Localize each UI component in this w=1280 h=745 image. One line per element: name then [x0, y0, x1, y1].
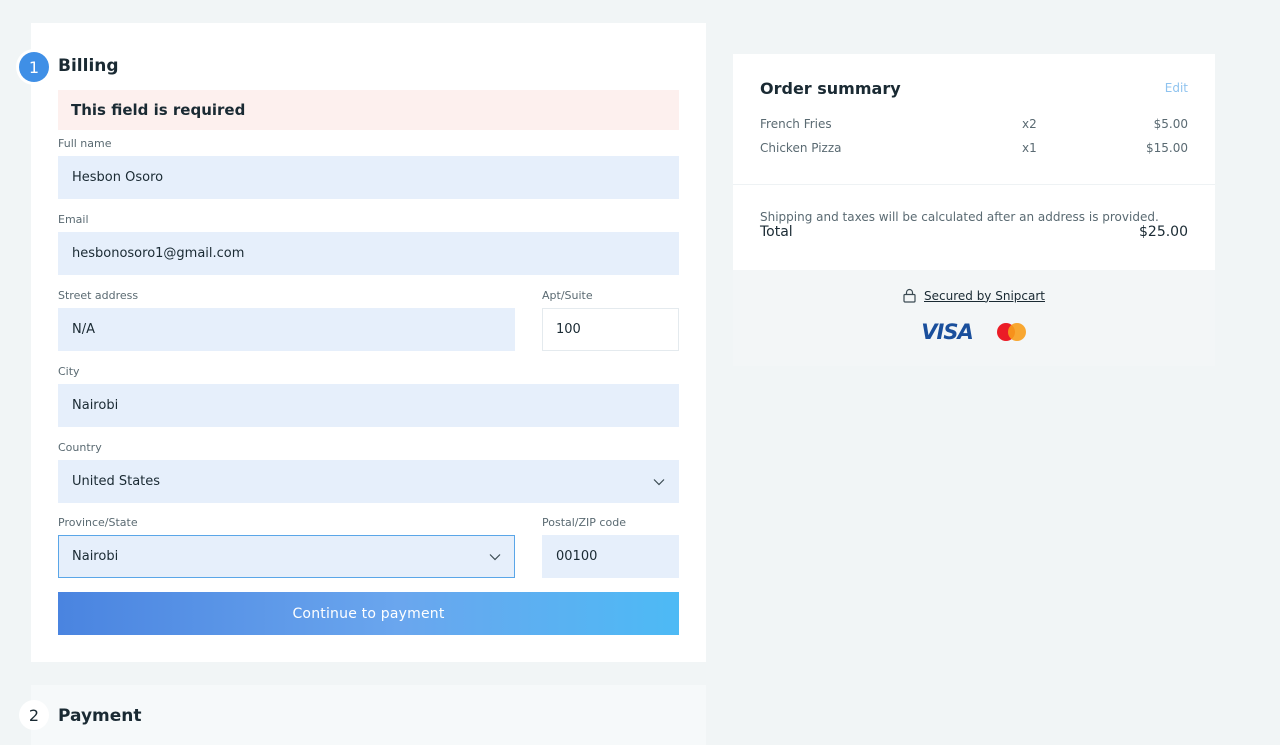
- email-field[interactable]: hesbonosoro1@gmail.com: [58, 232, 679, 275]
- postal-label: Postal/ZIP code: [542, 516, 626, 529]
- edit-order-link[interactable]: Edit: [1165, 81, 1188, 95]
- item-name: French Fries: [760, 117, 832, 131]
- shipping-note: Shipping and taxes will be calculated af…: [760, 210, 1159, 224]
- full-name-value: Hesbon Osoro: [72, 170, 164, 185]
- full-name-label: Full name: [58, 137, 112, 150]
- divider: [733, 184, 1215, 185]
- country-label: Country: [58, 441, 102, 454]
- item-name: Chicken Pizza: [760, 141, 842, 155]
- total-label: Total: [760, 224, 793, 240]
- full-name-field[interactable]: Hesbon Osoro: [58, 156, 679, 199]
- province-value: Nairobi: [72, 549, 119, 564]
- secure-area: Secured by Snipcart VISA: [733, 270, 1215, 366]
- secured-line: Secured by Snipcart: [733, 288, 1215, 303]
- item-qty: x1: [1022, 141, 1037, 155]
- apt-suite-field[interactable]: 100: [542, 308, 679, 351]
- order-summary: Order summary Edit French Fries x2 $5.00…: [733, 54, 1215, 366]
- chevron-down-icon: [489, 553, 501, 560]
- city-label: City: [58, 365, 80, 378]
- street-address-value: N/A: [72, 322, 95, 337]
- list-item: French Fries x2 $5.00: [760, 117, 1188, 133]
- country-select[interactable]: United States: [58, 460, 679, 503]
- item-price: $15.00: [1146, 141, 1188, 155]
- secured-by-snipcart-link[interactable]: Secured by Snipcart: [924, 289, 1045, 303]
- total-value: $25.00: [1139, 224, 1188, 240]
- mastercard-icon: [996, 323, 1027, 341]
- step-badge-payment: 2: [19, 700, 49, 730]
- postal-code-field[interactable]: 00100: [542, 535, 679, 578]
- city-value: Nairobi: [72, 398, 119, 413]
- province-select[interactable]: Nairobi: [58, 535, 515, 578]
- street-address-field[interactable]: N/A: [58, 308, 515, 351]
- street-label: Street address: [58, 289, 139, 302]
- email-label: Email: [58, 213, 89, 226]
- order-summary-title: Order summary: [760, 79, 901, 98]
- continue-to-payment-button[interactable]: Continue to payment: [58, 592, 679, 635]
- apt-suite-value: 100: [556, 322, 581, 337]
- payment-cards: VISA: [733, 320, 1215, 344]
- country-value: United States: [72, 474, 161, 489]
- step-badge-billing: 1: [19, 52, 49, 82]
- apt-label: Apt/Suite: [542, 289, 593, 302]
- item-qty: x2: [1022, 117, 1037, 131]
- chevron-down-icon: [653, 478, 665, 485]
- postal-code-value: 00100: [556, 549, 598, 564]
- city-field[interactable]: Nairobi: [58, 384, 679, 427]
- error-banner: This field is required: [58, 90, 679, 130]
- item-price: $5.00: [1153, 117, 1188, 131]
- province-label: Province/State: [58, 516, 138, 529]
- lock-icon: [903, 288, 916, 303]
- list-item: Chicken Pizza x1 $15.00: [760, 141, 1188, 157]
- billing-title: Billing: [58, 56, 119, 76]
- payment-section[interactable]: Payment: [31, 685, 706, 745]
- email-value: hesbonosoro1@gmail.com: [72, 246, 245, 261]
- visa-logo: VISA: [921, 320, 973, 344]
- payment-title: Payment: [58, 706, 142, 726]
- billing-section: 1 Billing This field is required Full na…: [19, 23, 706, 662]
